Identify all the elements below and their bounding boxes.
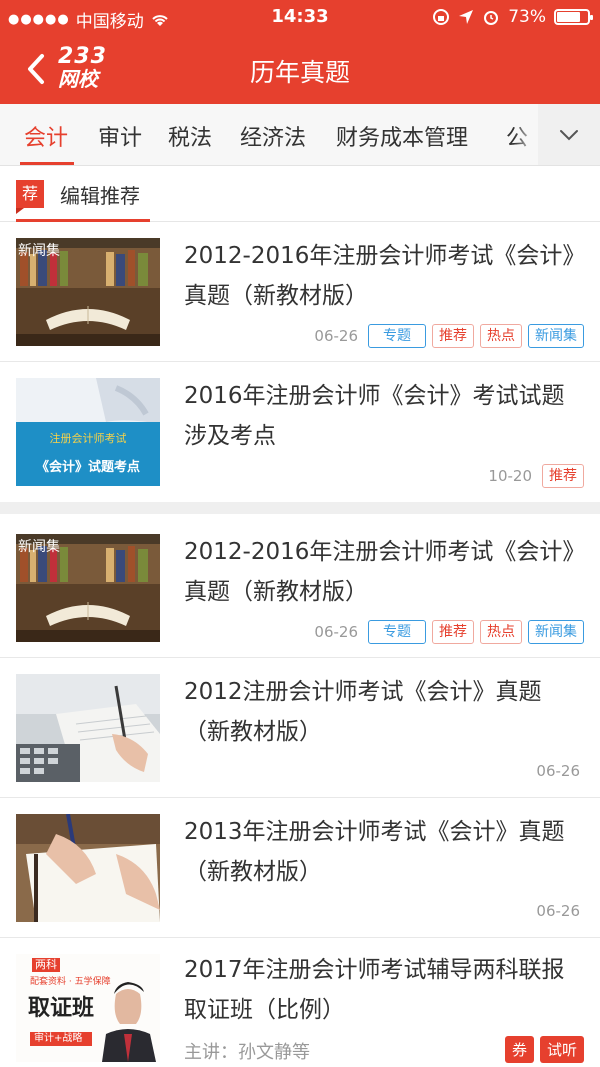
article-date: 10-20: [488, 467, 532, 485]
article-title: 2012-2016年注册会计师考试《会计》真题（新教材版）: [184, 243, 574, 309]
active-tab-indicator: [20, 162, 74, 165]
article-thumbnail: 注册会计师考试 《会计》试题考点: [16, 378, 160, 486]
article-meta: 06-26 专题 推荐 热点 新闻集: [314, 620, 584, 644]
article-date: 06-26: [536, 762, 580, 780]
section-separator: [0, 502, 600, 514]
thumbnail-line1: 注册会计师考试: [49, 432, 127, 445]
article-title: 2012注册会计师考试《会计》真题（新教材版）: [184, 679, 542, 745]
article-meta: 10-20 推荐: [488, 464, 584, 488]
tab-audit[interactable]: 审计: [98, 120, 142, 152]
thumbnail-line2: 《会计》试题考点: [35, 460, 140, 475]
article-date: 06-26: [314, 623, 358, 641]
alarm-icon: [484, 11, 499, 25]
category-tabs: 会计 审计 税法 经济法 财务成本管理 公: [0, 104, 600, 166]
article-thumbnail: 新闻集: [16, 534, 160, 642]
tab-accounting[interactable]: 会计: [24, 120, 68, 152]
course-thumbnail: 两科 配套资料 · 五学保障 取证班 审计+战略: [16, 954, 160, 1062]
coupon-button[interactable]: 券: [504, 1036, 534, 1063]
article-title: 2016年注册会计师《会计》考试试题涉及考点: [184, 383, 565, 449]
notebook-writing-image: [16, 814, 160, 922]
calculator-writing-image: [16, 674, 160, 782]
article-date: 06-26: [536, 902, 580, 920]
more-tabs-button[interactable]: [538, 104, 600, 165]
thumbnail-label: 新闻集: [18, 243, 60, 259]
tag-hot: 热点: [480, 324, 522, 348]
tag-special: 专题: [368, 620, 426, 644]
battery-percent: 73%: [508, 7, 546, 27]
location-icon: [459, 10, 474, 24]
tag-recommend: 推荐: [542, 464, 584, 488]
tab-tax-law[interactable]: 税法: [168, 120, 212, 152]
thumbnail-label: 新闻集: [18, 539, 60, 555]
chevron-down-icon: [560, 130, 578, 141]
section-title: 编辑推荐: [60, 184, 140, 208]
thumbnail-bottom-text: 审计+战略: [34, 1033, 83, 1044]
thumbnail-main-text: 取证班: [28, 996, 95, 1021]
article-item[interactable]: 2013年注册会计师考试《会计》真题（新教材版） 06-26: [0, 798, 600, 938]
article-meta: 06-26: [536, 762, 584, 780]
article-thumbnail: [16, 814, 160, 922]
thumbnail-subtitle: 配套资料 · 五学保障: [30, 977, 111, 987]
tag-recommend: 推荐: [432, 324, 474, 348]
article-date: 06-26: [314, 327, 358, 345]
status-bar: ●●●●● 中国移动 14:33 73%: [0, 0, 600, 34]
tab-economic-law[interactable]: 经济法: [240, 120, 306, 152]
article-item[interactable]: 2012注册会计师考试《会计》真题（新教材版） 06-26: [0, 658, 600, 798]
article-thumbnail: 新闻集: [16, 238, 160, 346]
article-title: 2012-2016年注册会计师考试《会计》真题（新教材版）: [184, 539, 574, 605]
article-item[interactable]: 新闻集 2012-2016年注册会计师考试《会计》真题（新教材版） 06-26 …: [0, 222, 600, 362]
course-item[interactable]: 两科 配套资料 · 五学保障 取证班 审计+战略 2017年注册会计师考试辅导两…: [0, 938, 600, 1067]
article-meta: 06-26: [536, 902, 584, 920]
recommend-badge: 荐: [16, 180, 44, 214]
tag-news-collection: 新闻集: [528, 620, 584, 644]
tag-news-collection: 新闻集: [528, 324, 584, 348]
article-item[interactable]: 新闻集 2012-2016年注册会计师考试《会计》真题（新教材版） 06-26 …: [0, 518, 600, 658]
rotation-lock-icon: [433, 9, 450, 25]
article-meta: 06-26 专题 推荐 热点 新闻集: [314, 324, 584, 348]
tag-hot: 热点: [480, 620, 522, 644]
battery-icon: [554, 9, 593, 25]
thumbnail-badge: 两科: [32, 958, 60, 972]
page-title: 历年真题: [249, 58, 350, 87]
article-thumbnail: [16, 674, 160, 782]
course-actions: 券 试听: [504, 1036, 584, 1063]
trial-listen-button[interactable]: 试听: [539, 1036, 584, 1063]
nav-bar: 233 网校 历年真题: [0, 34, 600, 104]
course-speaker: 主讲：孙文静等: [184, 1042, 310, 1063]
article-item[interactable]: 注册会计师考试 《会计》试题考点 2016年注册会计师《会计》考试试题涉及考点 …: [0, 362, 600, 502]
tag-recommend: 推荐: [432, 620, 474, 644]
article-title: 2013年注册会计师考试《会计》真题（新教材版）: [184, 819, 565, 885]
tag-special: 专题: [368, 324, 426, 348]
course-title: 2017年注册会计师考试辅导两科联报取证班（比例）: [184, 957, 565, 1023]
tab-fade: [514, 104, 538, 165]
tab-financial-cost-management[interactable]: 财务成本管理: [336, 120, 468, 152]
